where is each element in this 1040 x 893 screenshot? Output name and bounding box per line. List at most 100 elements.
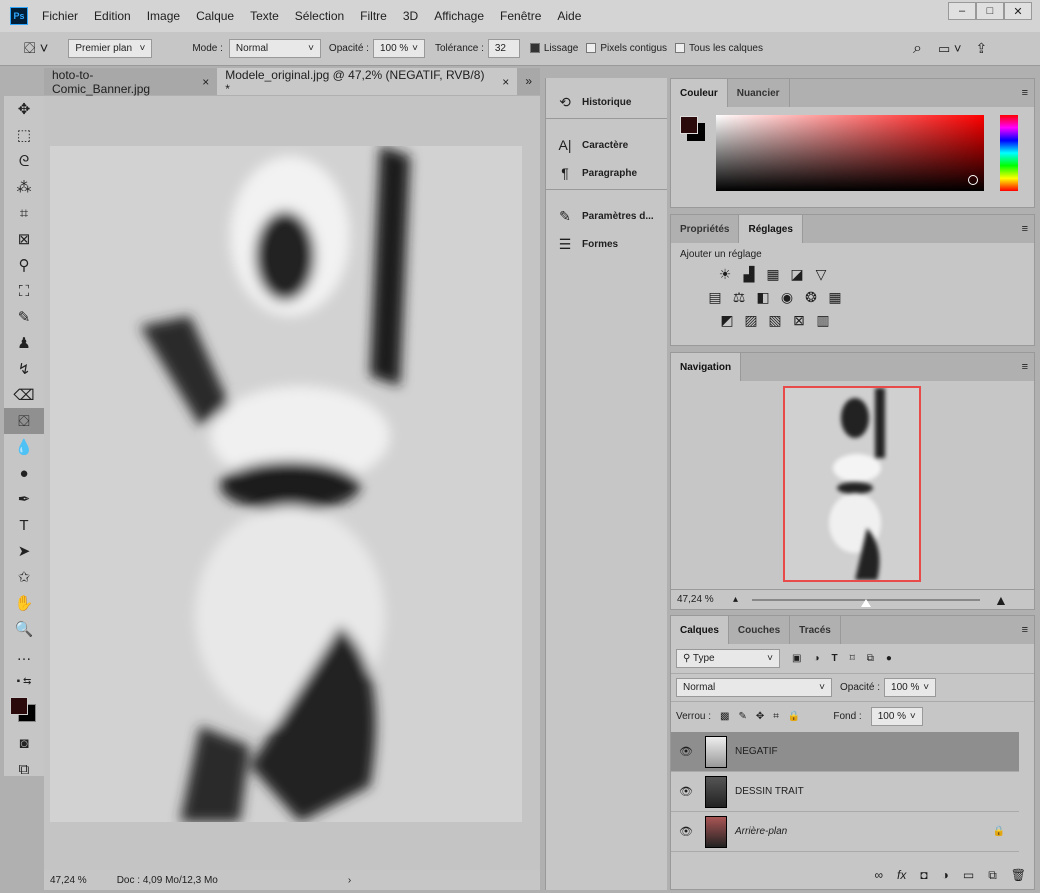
black-white-icon[interactable]: ◧	[751, 289, 775, 306]
lock-artboard-icon[interactable]: ⌗	[773, 711, 779, 722]
lock-pixels-icon[interactable]: ✎	[738, 711, 746, 722]
layer-row-arriere-plan[interactable]: 👁 Arrière-plan 🔒	[671, 812, 1019, 852]
menu-selection[interactable]: Sélection	[295, 9, 344, 23]
paint-bucket-tool-icon[interactable]: ⛋	[4, 408, 44, 434]
eraser-tool-icon[interactable]: ⌫	[4, 382, 44, 408]
dock-historique[interactable]: ⟲ Historique	[546, 88, 667, 116]
document-image[interactable]	[50, 146, 522, 822]
tab-modele-original[interactable]: Modele_original.jpg @ 47,2% (NEGATIF, RV…	[217, 68, 518, 96]
menu-affichage[interactable]: Affichage	[434, 9, 484, 23]
threshold-icon[interactable]: ▧	[763, 312, 787, 329]
channel-mixer-icon[interactable]: ❂	[799, 289, 823, 306]
new-adjustment-layer-icon[interactable]: ◑	[942, 868, 949, 883]
hue-saturation-icon[interactable]: ▤	[703, 289, 727, 306]
tab-traces[interactable]: Tracés	[790, 616, 841, 644]
canvas-area[interactable]	[44, 96, 540, 870]
tab-couleur[interactable]: Couleur	[671, 79, 728, 107]
navigator-preview[interactable]	[783, 386, 921, 582]
visibility-eye-icon[interactable]: 👁	[671, 785, 701, 798]
posterize-icon[interactable]: ▨	[739, 312, 763, 329]
quick-mask-icon[interactable]: ◙	[4, 730, 44, 756]
dodge-tool-icon[interactable]: ●	[4, 460, 44, 486]
minimize-button[interactable]: –	[948, 2, 976, 20]
panel-menu-icon[interactable]: ≡	[1022, 87, 1028, 99]
fill-input[interactable]: 100 % ˅	[870, 706, 923, 726]
add-mask-icon[interactable]: ◘	[920, 868, 927, 883]
color-field[interactable]	[716, 115, 984, 191]
menu-calque[interactable]: Calque	[196, 9, 234, 23]
photo-filter-icon[interactable]: ◉	[775, 289, 799, 306]
shape-tool-icon[interactable]: ✩	[4, 564, 44, 590]
eyedropper-tool-icon[interactable]: ⚲	[4, 252, 44, 278]
path-selection-tool-icon[interactable]: ➤	[4, 538, 44, 564]
panel-menu-icon[interactable]: ≡	[1022, 624, 1028, 636]
menu-filtre[interactable]: Filtre	[360, 9, 387, 23]
exposure-icon[interactable]: ◪	[785, 266, 809, 283]
marquee-tool-icon[interactable]: ⬚	[4, 122, 44, 148]
workspace-icon[interactable]: ▭ ˅	[938, 41, 962, 57]
filter-shape-icon[interactable]: ⌑	[850, 653, 855, 664]
vibrance-icon[interactable]: ▽	[809, 266, 833, 283]
visibility-eye-icon[interactable]: 👁	[671, 745, 701, 758]
pen-tool-icon[interactable]: ✒	[4, 486, 44, 512]
tab-couches[interactable]: Couches	[729, 616, 791, 644]
filter-toggle[interactable]: ●	[886, 653, 892, 664]
stamp-tool-icon[interactable]: ♟	[4, 330, 44, 356]
brush-tool-icon[interactable]: ✎	[4, 304, 44, 330]
maximize-button[interactable]: □	[976, 2, 1004, 20]
close-tab-icon[interactable]: ×	[202, 75, 209, 89]
zoom-level[interactable]: 47,24 %	[50, 875, 87, 886]
tab-comic-banner[interactable]: hoto-to-Comic_Banner.jpg ×	[44, 68, 217, 96]
zoom-slider-handle[interactable]	[861, 594, 872, 607]
levels-icon[interactable]: ▟	[737, 266, 761, 283]
more-tabs-icon[interactable]: »	[517, 68, 540, 95]
link-layers-icon[interactable]: ∞	[874, 868, 883, 883]
lock-transparency-icon[interactable]: ▩	[720, 711, 729, 722]
selective-color-icon[interactable]: ⊠	[787, 312, 811, 329]
status-menu-arrow[interactable]: ›	[348, 875, 351, 886]
smoothing-checkbox[interactable]: Lissage	[529, 43, 578, 54]
layer-row-negatif[interactable]: 👁 NEGATIF	[671, 732, 1019, 772]
filter-smart-object-icon[interactable]: ⧉	[867, 653, 874, 664]
lock-position-icon[interactable]: ✥	[756, 711, 764, 722]
curves-icon[interactable]: ▦	[761, 266, 785, 283]
tab-reglages[interactable]: Réglages	[739, 215, 803, 243]
gradient-map-icon[interactable]: ▥	[811, 312, 835, 329]
panel-menu-icon[interactable]: ≡	[1022, 361, 1028, 373]
dock-formes[interactable]: ☰ Formes	[546, 230, 667, 258]
dock-brush-settings[interactable]: ✎ Paramètres d...	[546, 202, 667, 230]
layer-filter-select[interactable]: ⚲ Type ˅	[676, 649, 780, 668]
fill-source-select[interactable]: Premier plan ˅	[68, 39, 153, 58]
menu-fenetre[interactable]: Fenêtre	[500, 9, 541, 23]
crop-tool-icon[interactable]: ⌗	[4, 200, 44, 226]
blur-tool-icon[interactable]: 💧	[4, 434, 44, 460]
menu-aide[interactable]: Aide	[557, 9, 581, 23]
filter-pixel-icon[interactable]: ▣	[792, 653, 801, 664]
visibility-eye-icon[interactable]: 👁	[671, 825, 701, 838]
brightness-icon[interactable]: ☀	[713, 266, 737, 283]
invert-icon[interactable]: ◩	[715, 312, 739, 329]
type-tool-icon[interactable]: T	[4, 512, 44, 538]
contiguous-checkbox[interactable]: Pixels contigus	[586, 43, 667, 54]
all-layers-checkbox[interactable]: Tous les calques	[675, 43, 763, 54]
healing-tool-icon[interactable]: ⛶	[4, 278, 44, 304]
lock-all-icon[interactable]: 🔒	[788, 711, 800, 722]
close-button[interactable]: ✕	[1004, 2, 1032, 20]
menu-3d[interactable]: 3D	[403, 9, 418, 23]
panel-menu-icon[interactable]: ≡	[1022, 223, 1028, 235]
filter-type-icon[interactable]: T	[832, 653, 838, 664]
swap-colors-icon[interactable]: ▪ ⇆	[4, 668, 44, 694]
navigation-zoom-value[interactable]: 47,24 %	[671, 594, 721, 605]
dock-caractere[interactable]: A| Caractère	[546, 131, 667, 159]
layer-style-icon[interactable]: fx	[897, 868, 906, 883]
move-tool-icon[interactable]: ✥	[4, 96, 44, 122]
screen-mode-icon[interactable]: ⧉	[4, 756, 44, 782]
tolerance-input[interactable]: 32	[487, 39, 520, 58]
zoom-slider[interactable]	[752, 598, 981, 607]
mode-select[interactable]: Normal ˅	[228, 39, 321, 58]
menu-fichier[interactable]: Fichier	[42, 9, 78, 23]
filter-adjustment-icon[interactable]: ◑	[813, 653, 819, 664]
paint-bucket-icon[interactable]: ⛋ ˅	[24, 40, 48, 57]
more-tools-icon[interactable]: …	[4, 642, 44, 668]
share-icon[interactable]: ⇪	[975, 40, 987, 57]
